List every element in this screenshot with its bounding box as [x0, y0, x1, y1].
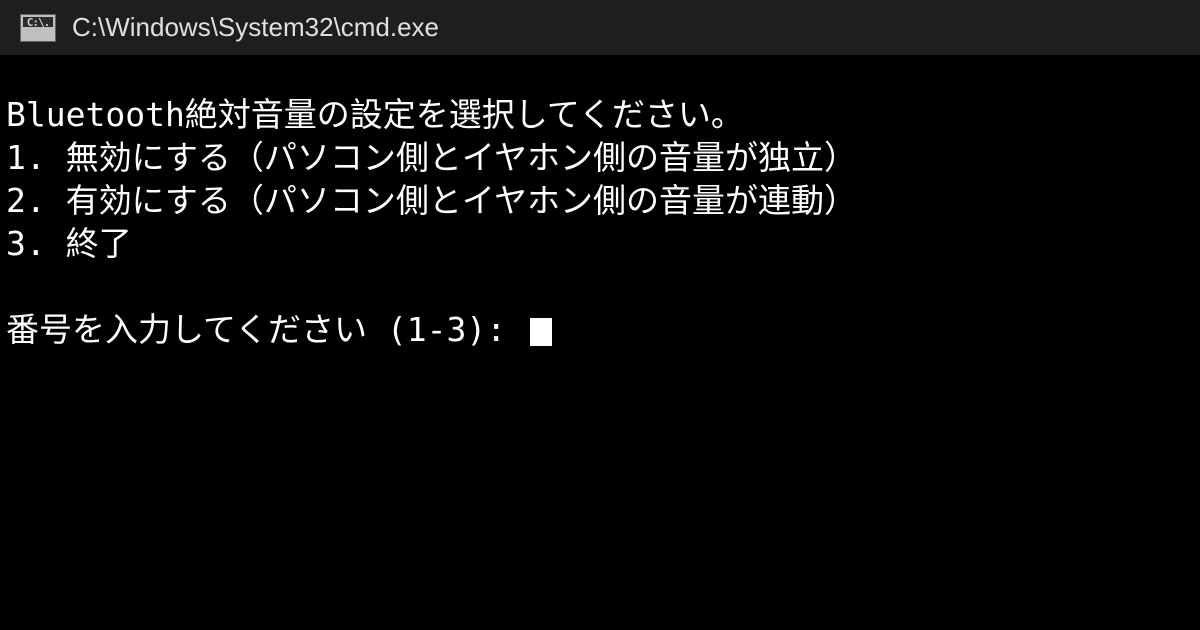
blank-line	[6, 266, 1194, 309]
cmd-window: C:\. C:\Windows\System32\cmd.exe Bluetoo…	[0, 0, 1200, 630]
option-1: 1. 無効にする（パソコン側とイヤホン側の音量が独立）	[6, 137, 1194, 180]
option-3: 3. 終了	[6, 223, 1194, 266]
cmd-icon: C:\.	[20, 14, 56, 42]
input-prompt: 番号を入力してください (1-3):	[6, 309, 526, 352]
input-prompt-line: 番号を入力してください (1-3):	[6, 309, 1194, 352]
option-2: 2. 有効にする（パソコン側とイヤホン側の音量が連動）	[6, 180, 1194, 223]
cmd-icon-label: C:\.	[27, 16, 50, 29]
titlebar[interactable]: C:\. C:\Windows\System32\cmd.exe	[0, 0, 1200, 56]
cursor[interactable]	[530, 318, 552, 346]
terminal-output[interactable]: Bluetooth絶対音量の設定を選択してください。 1. 無効にする（パソコン…	[0, 56, 1200, 630]
window-title: C:\Windows\System32\cmd.exe	[72, 12, 439, 43]
output-header: Bluetooth絶対音量の設定を選択してください。	[6, 94, 1194, 137]
